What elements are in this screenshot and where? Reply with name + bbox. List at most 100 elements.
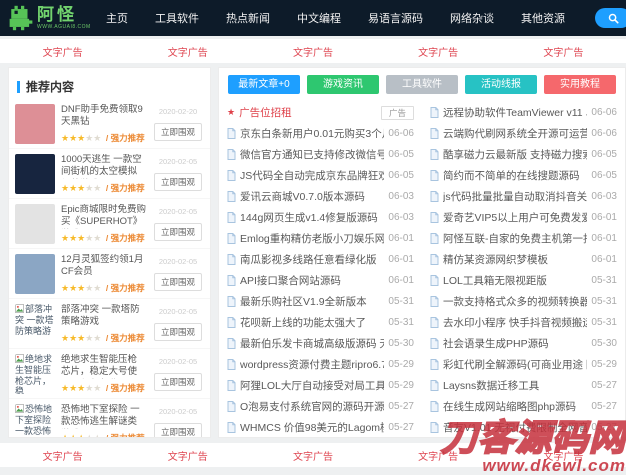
recommended-item[interactable]: 1000天逃生 一款空间街机的太空模拟经营游戏 ★★★★★ / 强力推荐 202…	[9, 149, 210, 199]
article-title-link[interactable]: O泡易支付系统官网的源码开源	[240, 399, 384, 414]
item-thumbnail[interactable]	[15, 154, 55, 194]
view-now-button[interactable]: 立即围观	[153, 273, 202, 291]
text-ad-link[interactable]: 文字广告	[418, 44, 458, 59]
article-title-link[interactable]: JS代码全自动完成京东品牌狂欢城活动任务	[240, 168, 384, 183]
broken-thumbnail[interactable]: 部落冲突 一款塔防策略游	[15, 304, 55, 344]
recommended-item[interactable]: 部落冲突 一款塔防策略游 部落冲突 一款塔防策略游戏 ★★★★★ / 强力推荐 …	[9, 299, 210, 349]
article-title-link[interactable]: 最新乐购社区V1.9全新版本	[240, 294, 384, 309]
broken-thumbnail[interactable]: 恐怖地下室探险 一款恐怖	[15, 404, 55, 437]
article-title-link[interactable]: 简约而不简单的在线搜题源码	[443, 168, 587, 183]
article-row[interactable]: 社会语录生成PHP源码 05-30	[430, 333, 617, 354]
article-title-link[interactable]: 在线生成网站缩略图php源码	[443, 399, 587, 414]
article-row[interactable]: 阿怪互联-自家的免费主机第一批正式开启 06-01	[430, 228, 617, 249]
article-row[interactable]: 酷享磁力云最新版 支持磁力搜索下载和一... 06-05	[430, 144, 617, 165]
article-row[interactable]: 144g网页生成v1.4修复版源码 06-03	[227, 207, 414, 228]
category-tab[interactable]: 工具软件	[386, 75, 458, 94]
menu-item[interactable]: 易语言源码	[368, 10, 423, 26]
menu-item[interactable]: 中文编程	[297, 10, 341, 26]
text-ad-link[interactable]: 文字广告	[168, 448, 208, 463]
article-title-link[interactable]: 彩虹代刷全解源码(可商业用途 防黑)	[443, 357, 587, 372]
article-row[interactable]: 音友V1.01 无视付费限制全网音乐无损免费... 05-27	[430, 417, 617, 437]
recommended-item[interactable]: 12月灵狐签约领1月CF会员 ★★★★★ / 强力推荐 2020-02-05 立…	[9, 249, 210, 299]
recommended-item-title[interactable]: 12月灵狐签约领1月CF会员	[61, 254, 146, 279]
article-title-link[interactable]: 微信官方通知已支持修改微信号	[240, 147, 384, 162]
item-thumbnail[interactable]	[15, 204, 55, 244]
article-title-link[interactable]: 爱奇艺VIP5以上用户可免费发爱奇艺VIP红包	[443, 210, 587, 225]
recommended-item[interactable]: DNF助手免费领取9天黑钻 ★★★★★ / 强力推荐 2020-02-20 立即…	[9, 99, 210, 149]
article-title-link[interactable]: WHMCS 价值98美元的Lagom模板开源	[240, 420, 384, 435]
text-ad-link[interactable]: 文字广告	[43, 44, 83, 59]
item-thumbnail[interactable]	[15, 104, 55, 144]
text-ad-link[interactable]: 文字广告	[293, 448, 333, 463]
view-now-button[interactable]: 立即围观	[153, 123, 202, 141]
article-row[interactable]: 去水印小程序 快手抖音视频搬运工上热门... 05-31	[430, 312, 617, 333]
menu-item[interactable]: 网络杂谈	[450, 10, 494, 26]
item-thumbnail[interactable]	[15, 254, 55, 294]
site-logo[interactable]: 阿怪 WWW.AGUAI8.COM	[8, 4, 100, 32]
article-row[interactable]: Laysns数据迁移工具 05-27	[430, 375, 617, 396]
article-row[interactable]: 彩虹代刷全解源码(可商业用途 防黑) 05-29	[430, 354, 617, 375]
text-ad-link[interactable]: 文字广告	[293, 44, 333, 59]
article-row[interactable]: Emlog重构精仿老版小刀娱乐网HFoldao模... 06-01	[227, 228, 414, 249]
article-row[interactable]: 爱奇艺VIP5以上用户可免费发爱奇艺VIP红包 06-01	[430, 207, 617, 228]
article-title-link[interactable]: 酷享磁力云最新版 支持磁力搜索下载和一...	[443, 147, 587, 162]
view-now-button[interactable]: 立即围观	[153, 423, 202, 437]
article-row[interactable]: WHMCS 价值98美元的Lagom模板开源 05-27	[227, 417, 414, 437]
text-ad-link[interactable]: 文字广告	[418, 448, 458, 463]
menu-item[interactable]: 其他资源	[521, 10, 565, 26]
category-tab[interactable]: 实用教程	[544, 75, 616, 94]
article-row[interactable]: LOL工具箱无限视距版 05-31	[430, 270, 617, 291]
article-row[interactable]: 微信官方通知已支持修改微信号 06-05	[227, 144, 414, 165]
view-now-button[interactable]: 立即围观	[153, 173, 202, 191]
view-now-button[interactable]: 立即围观	[153, 323, 202, 341]
broken-thumbnail[interactable]: 绝地求生智能压枪芯片，稳	[15, 354, 55, 394]
recommended-item-title[interactable]: 部落冲突 一款塔防策略游戏	[61, 304, 146, 329]
search-button[interactable]	[595, 8, 626, 28]
article-title-link[interactable]: 云端购代刷网系统全开源可运营程序搭建	[443, 126, 587, 141]
article-row[interactable]: 云端购代刷网系统全开源可运营程序搭建 06-06	[430, 123, 617, 144]
article-title-link[interactable]: 去水印小程序 快手抖音视频搬运工上热门...	[443, 315, 587, 330]
article-title-link[interactable]: 音友V1.01 无视付费限制全网音乐无损免费...	[443, 420, 587, 435]
view-now-button[interactable]: 立即围观	[153, 373, 202, 391]
article-row[interactable]: 一款支持格式众多的视频转换器 05-31	[430, 291, 617, 312]
article-title-link[interactable]: 最新伯乐发卡商城高级版源码 无后门	[240, 336, 384, 351]
text-ad-link[interactable]: 文字广告	[543, 44, 583, 59]
article-row[interactable]: 京东白条新用户0.01元购买3个月爱奇艺黄... 06-06	[227, 123, 414, 144]
article-title-link[interactable]: Emlog重构精仿老版小刀娱乐网HFoldao模...	[240, 231, 384, 246]
menu-item[interactable]: 热点新闻	[226, 10, 270, 26]
view-now-button[interactable]: 立即围观	[153, 223, 202, 241]
article-title-link[interactable]: 爱讯云商城V0.7.0版本源码	[240, 189, 384, 204]
article-row[interactable]: 简约而不简单的在线搜题源码 06-05	[430, 165, 617, 186]
article-row[interactable]: wordpress资源付费主题ripro6.7含美化包... 05-29	[227, 354, 414, 375]
article-title-link[interactable]: 远程协助软件TeamViewer v11 单文件版	[443, 105, 587, 120]
article-title-link[interactable]: 精仿某资源网织梦模板	[443, 252, 587, 267]
article-title-link[interactable]: 广告位招租	[239, 105, 377, 120]
article-title-link[interactable]: 社会语录生成PHP源码	[443, 336, 587, 351]
article-row[interactable]: 远程协助软件TeamViewer v11 单文件版 06-06	[430, 102, 617, 123]
article-title-link[interactable]: 一款支持格式众多的视频转换器	[443, 294, 587, 309]
article-title-link[interactable]: 144g网页生成v1.4修复版源码	[240, 210, 384, 225]
article-row[interactable]: 最新乐购社区V1.9全新版本 05-31	[227, 291, 414, 312]
article-title-link[interactable]: wordpress资源付费主题ripro6.7含美化包...	[240, 357, 384, 372]
recommended-item-title[interactable]: 1000天逃生 一款空间街机的太空模拟经营游戏	[61, 154, 146, 179]
article-row[interactable]: 爱讯云商城V0.7.0版本源码 06-03	[227, 186, 414, 207]
article-row[interactable]: 精仿某资源网织梦模板 06-01	[430, 249, 617, 270]
text-ad-link[interactable]: 文字广告	[543, 448, 583, 463]
article-row[interactable]: 花呗新上线的功能太强大了 05-31	[227, 312, 414, 333]
text-ad-link[interactable]: 文字广告	[43, 448, 83, 463]
article-row[interactable]: 阿狸LOL大厅自动接受对局工具 05-29	[227, 375, 414, 396]
menu-item[interactable]: 工具软件	[155, 10, 199, 26]
article-title-link[interactable]: 阿怪互联-自家的免费主机第一批正式开启	[443, 231, 587, 246]
category-tab[interactable]: 最新文章+0	[228, 75, 300, 94]
article-title-link[interactable]: 花呗新上线的功能太强大了	[240, 315, 384, 330]
article-row[interactable]: JS代码全自动完成京东品牌狂欢城活动任务 06-05	[227, 165, 414, 186]
category-tab[interactable]: 游戏资讯	[307, 75, 379, 94]
recommended-item-title[interactable]: 恐怖地下室探险 一款恐怖逃生解谜类游戏	[61, 404, 146, 429]
article-title-link[interactable]: API接口聚合网站源码	[240, 273, 384, 288]
article-row[interactable]: 南瓜影视多线路任意看绿化版 06-01	[227, 249, 414, 270]
recommended-item[interactable]: 恐怖地下室探险 一款恐怖 恐怖地下室探险 一款恐怖逃生解谜类游戏 ★★★★★ /…	[9, 399, 210, 437]
article-title-link[interactable]: js代码批量批量自动取消抖音关注	[443, 189, 587, 204]
article-title-link[interactable]: Laysns数据迁移工具	[443, 378, 587, 393]
article-row[interactable]: 在线生成网站缩略图php源码 05-27	[430, 396, 617, 417]
text-ad-link[interactable]: 文字广告	[168, 44, 208, 59]
